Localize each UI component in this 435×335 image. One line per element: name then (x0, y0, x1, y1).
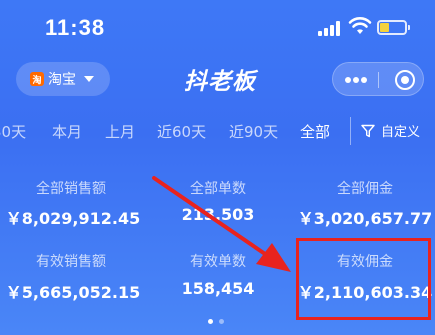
valid-orders-label: 有效单数 (190, 254, 246, 270)
wifi-icon (348, 17, 372, 34)
valid-sales-label: 有效销售额 (36, 254, 106, 270)
capsule-divider (378, 72, 379, 88)
valid-sales-value: ￥5,665,052.15 (5, 283, 141, 302)
cellular-signal-icon (318, 20, 344, 36)
date-range-tabs: 30天 本月 上月 近60天 近90天 全部 自定义 (0, 117, 435, 145)
total-commission-value: ￥3,020,657.77 (297, 209, 433, 228)
tab-this-month[interactable]: 本月 (52, 121, 82, 142)
miniprogram-capsule (332, 62, 424, 96)
more-icon[interactable] (345, 77, 367, 83)
caret-down-icon (84, 76, 94, 82)
highlight-box (296, 238, 431, 320)
valid-orders-value: 158,454 (181, 279, 255, 298)
total-sales-value: ￥8,029,912.45 (5, 209, 141, 228)
tab-90-days[interactable]: 近90天 (229, 121, 278, 142)
battery-icon (377, 20, 410, 35)
tab-last-month[interactable]: 上月 (105, 121, 135, 142)
status-time: 11:38 (45, 15, 106, 40)
total-commission-label: 全部佣金 (337, 181, 393, 197)
total-sales-label: 全部销售额 (36, 181, 106, 197)
pager-dot (208, 319, 213, 324)
pager-dot (219, 319, 224, 324)
total-orders-value: 213,503 (181, 205, 255, 224)
filter-icon (361, 124, 375, 137)
custom-range-label: 自定义 (381, 125, 421, 140)
tab-all[interactable]: 全部 (300, 121, 330, 142)
total-orders-label: 全部单数 (190, 181, 246, 197)
tabs-divider (350, 117, 351, 145)
taobao-icon: 淘 (30, 72, 44, 86)
platform-selector[interactable]: 淘 淘宝 (16, 62, 110, 96)
close-miniprogram-icon[interactable] (395, 70, 415, 90)
custom-range-button[interactable]: 自定义 (361, 121, 420, 140)
platform-label: 淘宝 (48, 72, 76, 88)
app-logo: 抖老板 (184, 69, 256, 95)
tab-60-days[interactable]: 近60天 (157, 121, 206, 142)
tab-30-days[interactable]: 30天 (0, 121, 26, 142)
status-bar: 11:38 (0, 0, 435, 50)
pager-dots (208, 319, 224, 324)
